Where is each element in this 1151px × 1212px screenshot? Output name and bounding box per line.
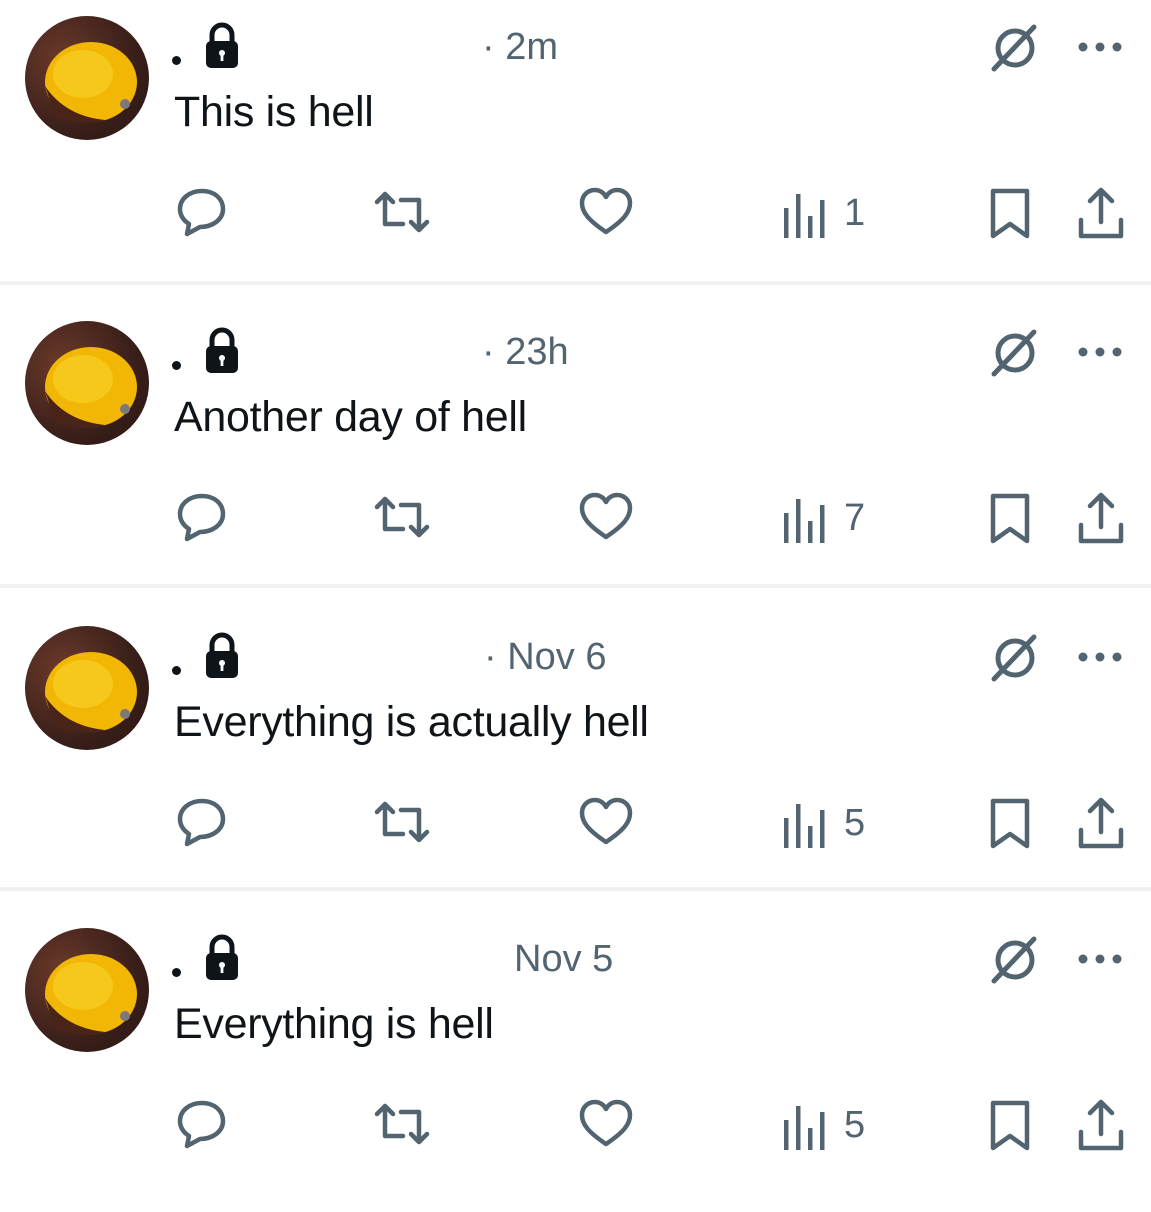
views-button[interactable]: 5 [782,1098,865,1154]
post[interactable]: Nov 5 Everything is hell 5 [0,912,1151,1212]
reply-icon[interactable] [176,1098,228,1154]
post-header: · Nov 6 [172,632,1072,682]
share-icon[interactable] [1076,796,1126,852]
lock-icon [206,22,238,68]
username-dot[interactable] [172,968,181,977]
post-header: Nov 5 [172,934,1072,984]
like-icon[interactable] [578,1098,634,1154]
views-icon [784,1106,825,1150]
post-text: This is hell [174,88,374,136]
views-icon [784,804,825,848]
views-count: 1 [844,192,866,234]
username-dot[interactable] [172,56,181,65]
username-dot[interactable] [172,361,181,370]
post-timestamp[interactable]: · 2m [482,26,558,69]
views-icon [784,499,825,543]
post-actions: 7 [0,491,1151,551]
post-header: · 2m [172,22,1072,72]
grok-icon[interactable] [990,634,1038,682]
post[interactable]: · 2m This is hell 1 [0,0,1151,300]
views-button[interactable]: 5 [782,796,865,852]
avatar[interactable] [25,16,149,140]
grok-icon[interactable] [990,936,1038,984]
lock-icon [206,327,238,373]
bookmark-icon[interactable] [988,796,1032,852]
grok-icon[interactable] [990,24,1038,72]
more-icon[interactable] [1076,345,1124,359]
avatar[interactable] [25,626,149,750]
views-count: 7 [844,497,866,539]
post-timestamp[interactable]: · 23h [482,331,569,374]
share-icon[interactable] [1076,1098,1126,1154]
username-dot[interactable] [172,666,181,675]
post-divider [0,281,1151,285]
avatar[interactable] [25,321,149,445]
more-icon[interactable] [1076,40,1124,54]
post-actions: 5 [0,1098,1151,1158]
reply-icon[interactable] [176,491,228,547]
views-button[interactable]: 1 [782,186,865,242]
reply-icon[interactable] [176,796,228,852]
post-actions: 5 [0,796,1151,856]
like-icon[interactable] [578,796,634,852]
post[interactable]: · 23h Another day of hell 7 [0,305,1151,605]
views-count: 5 [844,1104,866,1146]
post-text: Everything is actually hell [174,698,649,746]
repost-icon[interactable] [371,491,433,547]
bookmark-icon[interactable] [988,1098,1032,1154]
views-button[interactable]: 7 [782,491,865,547]
repost-icon[interactable] [371,1098,433,1154]
views-icon [784,194,825,238]
reply-icon[interactable] [176,186,228,242]
views-count: 5 [844,802,866,844]
post-actions: 1 [0,186,1151,246]
more-icon[interactable] [1076,952,1124,966]
post-timestamp[interactable]: · Nov 6 [484,636,606,679]
repost-icon[interactable] [371,796,433,852]
repost-icon[interactable] [371,186,433,242]
lock-icon [206,632,238,678]
like-icon[interactable] [578,491,634,547]
bookmark-icon[interactable] [988,491,1032,547]
more-icon[interactable] [1076,650,1124,664]
post-divider [0,584,1151,588]
post-text: Another day of hell [174,393,527,441]
post-timestamp[interactable]: Nov 5 [514,938,613,981]
post[interactable]: · Nov 6 Everything is actually hell 5 [0,610,1151,910]
share-icon[interactable] [1076,186,1126,242]
post-text: Everything is hell [174,1000,494,1048]
post-header: · 23h [172,327,1072,377]
grok-icon[interactable] [990,329,1038,377]
timeline-feed: · 2m This is hell 1 · 23h Another day of… [0,0,1151,1151]
avatar[interactable] [25,928,149,1052]
share-icon[interactable] [1076,491,1126,547]
lock-icon [206,934,238,980]
post-divider [0,887,1151,891]
bookmark-icon[interactable] [988,186,1032,242]
like-icon[interactable] [578,186,634,242]
